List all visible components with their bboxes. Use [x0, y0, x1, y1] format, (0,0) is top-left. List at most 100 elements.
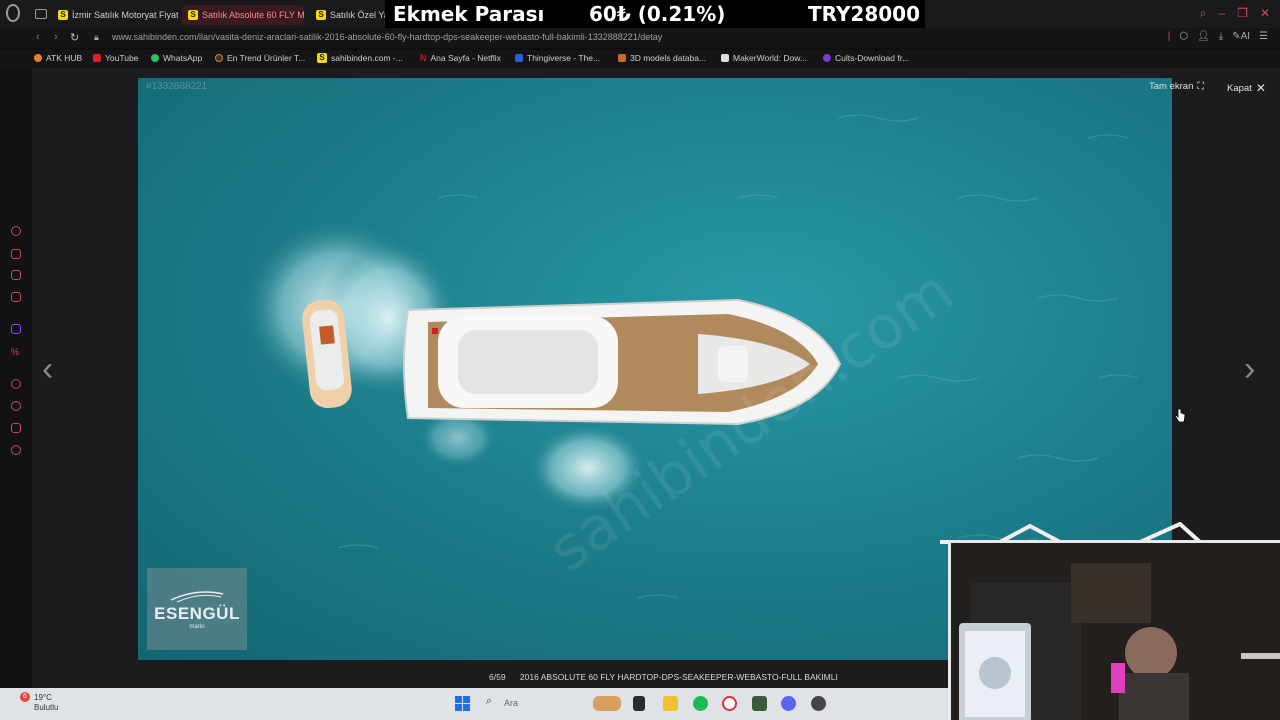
streamer-webcam: [948, 540, 1280, 720]
overlay-goal: TRY28000: [808, 2, 921, 26]
bookmark-thingiverse[interactable]: Thingiverse - The...: [515, 53, 600, 63]
fullscreen-button[interactable]: Tam ekran ⛶: [1149, 81, 1204, 92]
windows-start-icon[interactable]: [455, 696, 470, 711]
opera-logo-icon[interactable]: [6, 4, 20, 22]
stream-donation-overlay: Ekmek Parası 60₺ (0.21%) TRY28000: [385, 0, 925, 28]
bookmark-label: YouTube: [105, 53, 139, 63]
profile-icon[interactable]: 👤︎: [1197, 31, 1210, 42]
3d-models-icon: [618, 54, 626, 62]
weather-widget[interactable]: 19°C Bulutlu: [34, 693, 58, 713]
photo-caption: 6/59 2016 ABSOLUTE 60 FLY HARDTOP-DPS-SE…: [489, 672, 838, 682]
bookmark-label: Thingiverse - The...: [527, 53, 601, 63]
orange-circle-icon: [34, 54, 42, 62]
opera-taskbar-icon[interactable]: [722, 696, 737, 711]
lock-icon: 🔒︎: [94, 32, 99, 42]
bookmark-netflix[interactable]: N Ana Sayfa - Netflix: [420, 53, 501, 63]
bookmark-youtube[interactable]: YouTube: [93, 53, 138, 63]
maximize-icon[interactable]: ❐: [1237, 6, 1248, 21]
youtube-icon: [93, 54, 101, 62]
weather-badge: 6: [20, 692, 30, 702]
bookmark-makerworld[interactable]: MakerWorld: Dow...: [721, 53, 807, 63]
logo-subtext: marin: [189, 624, 205, 630]
sahibinden-favicon-icon: S: [58, 10, 68, 20]
sidebar-extensions-icon[interactable]: [11, 423, 21, 433]
bookmark-label: ATK HUB: [46, 53, 83, 63]
esengul-marin-logo: ESENGÜL marin: [147, 568, 247, 650]
bookmark-whatsapp[interactable]: WhatsApp: [151, 53, 202, 63]
bookmark-label: Cults-Download fr...: [835, 53, 910, 63]
taskbar-widget-icon[interactable]: [593, 696, 621, 711]
sidebar-settings-icon[interactable]: [11, 445, 21, 455]
bookmark-en-trend[interactable]: En Trend Ürünler T...: [215, 53, 305, 63]
bookmark-label: MakerWorld: Dow...: [733, 53, 808, 63]
sidebar-bag-icon[interactable]: [11, 249, 21, 259]
bookmarks-bar: ATK HUB YouTube WhatsApp En Trend Ürünle…: [0, 50, 1280, 68]
address-bar: ‹ › ↻ 🔒︎ www.sahibinden.com/ilan/vasita-…: [0, 28, 1280, 48]
bookmark-3d-models[interactable]: 3D models databa...: [618, 53, 706, 63]
overlay-amount: 60₺ (0.21%): [589, 2, 726, 26]
bookmark-label: sahibinden.com -...: [331, 53, 403, 63]
bookmark-sahibinden[interactable]: Ssahibinden.com -...: [317, 53, 403, 63]
browser-sidebar: %: [0, 68, 32, 688]
search-tabs-icon[interactable]: ⌕: [1200, 6, 1207, 21]
fullscreen-icon: ⛶: [1197, 81, 1205, 92]
weather-temp: 19°C: [34, 693, 52, 702]
sidebar-clock-icon[interactable]: [11, 401, 21, 411]
sidebar-player-icon[interactable]: [11, 379, 21, 389]
cults-icon: [823, 54, 831, 62]
whatsapp-icon: [151, 54, 159, 62]
photo-counter: 6/59: [489, 672, 506, 682]
screen: S İzmir Satılık Motoryat Fiyatl S Satılı…: [0, 0, 1280, 720]
divider-icon: |: [1167, 31, 1171, 42]
workspaces-icon[interactable]: [35, 9, 47, 19]
discord-icon[interactable]: [781, 696, 796, 711]
bookmark-atk-hub[interactable]: ATK HUB: [34, 53, 82, 63]
tab-ozel-yapim[interactable]: S Satılık Özel Yap: [310, 5, 390, 25]
next-photo-chevron-right-icon[interactable]: ›: [1244, 350, 1255, 389]
bookmark-label: Ana Sayfa - Netflix: [430, 53, 501, 63]
minimize-icon[interactable]: –: [1218, 6, 1225, 21]
taskbar-game-icon[interactable]: [752, 696, 767, 711]
menu-icon[interactable]: ☰: [1259, 31, 1268, 42]
tab-label: İzmir Satılık Motoryat Fiyatl: [72, 10, 178, 20]
close-label: Kapat: [1227, 82, 1252, 94]
extension-icon[interactable]: ⬡: [1179, 31, 1188, 42]
sidebar-percent-icon[interactable]: %: [11, 347, 21, 357]
sidebar-history-icon[interactable]: [11, 226, 21, 236]
taskbar-recorder-icon[interactable]: [811, 696, 826, 711]
taskbar-app-icon[interactable]: [633, 696, 645, 711]
tab-label: Satılık Absolute 60 FLY Mo: [202, 10, 304, 20]
makerworld-icon: [721, 54, 729, 62]
tab-izmir-motoryat[interactable]: S İzmir Satılık Motoryat Fiyatl: [52, 5, 178, 25]
hand-cursor-icon: [1174, 408, 1186, 423]
taskbar-search-label[interactable]: Ara: [504, 698, 518, 708]
spotify-icon[interactable]: [693, 696, 708, 711]
close-window-icon[interactable]: ✕: [1260, 6, 1270, 21]
weather-desc: Bulutlu: [34, 703, 59, 712]
close-icon: ✕: [1255, 81, 1266, 95]
search-icon[interactable]: ⌕: [486, 695, 492, 708]
listing-id: #1332888221: [146, 81, 208, 92]
browser-tab-bar: S İzmir Satılık Motoryat Fiyatl S Satılı…: [0, 0, 1280, 28]
ai-icon[interactable]: ✎AI: [1232, 31, 1250, 42]
tab-absolute-60-fly[interactable]: S Satılık Absolute 60 FLY Mo: [182, 5, 304, 25]
download-icon[interactable]: ⤓: [1219, 31, 1223, 42]
netflix-icon: N: [420, 53, 427, 63]
reload-icon[interactable]: ↻: [70, 31, 79, 44]
bookmark-label: 3D models databa...: [630, 53, 707, 63]
sidebar-twitch-icon[interactable]: [11, 324, 21, 334]
url-field[interactable]: www.sahibinden.com/ilan/vasita-deniz-ara…: [112, 32, 662, 42]
forward-icon[interactable]: ›: [54, 31, 58, 43]
file-explorer-icon[interactable]: [663, 696, 678, 711]
fullscreen-label: Tam ekran: [1149, 81, 1194, 92]
back-icon[interactable]: ‹: [36, 31, 40, 43]
close-lightbox-button[interactable]: Kapat ✕: [1227, 81, 1266, 95]
bookmark-cults[interactable]: Cults-Download fr...: [823, 53, 909, 63]
logo-swoosh-icon: [170, 591, 224, 603]
bookmark-label: WhatsApp: [163, 53, 203, 63]
sahibinden-icon: S: [317, 53, 327, 63]
window-controls: ⌕ – ❐ ✕: [1200, 6, 1270, 21]
sidebar-messenger-icon[interactable]: [11, 292, 21, 302]
sidebar-ai-icon[interactable]: [11, 270, 21, 280]
prev-photo-chevron-left-icon[interactable]: ‹: [42, 350, 53, 389]
